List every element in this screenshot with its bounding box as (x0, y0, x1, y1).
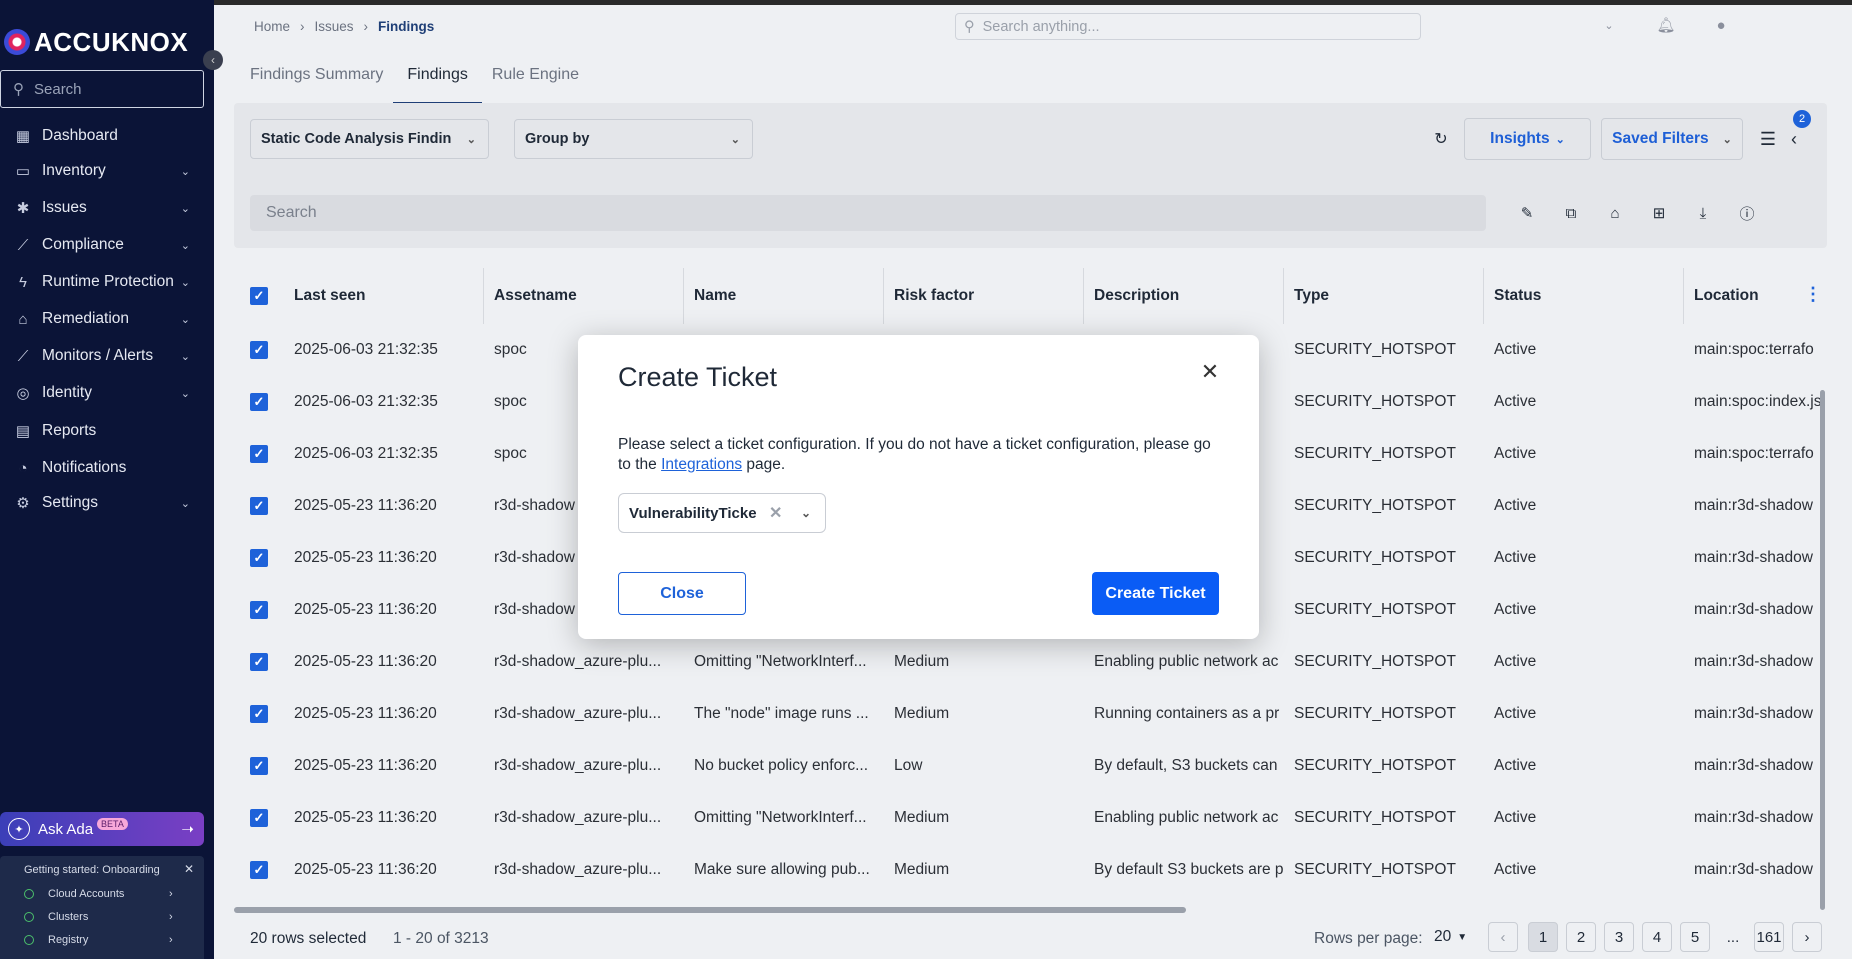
dialog-message: Please select a ticket configuration. If… (618, 435, 1228, 475)
dialog-title: Create Ticket (618, 362, 778, 392)
create-ticket-button[interactable]: Create Ticket (1092, 572, 1219, 615)
ticket-config-select[interactable]: VulnerabilityTicke ✕ ⌄ (618, 493, 826, 533)
create-ticket-dialog: Create Ticket ✕ Please select a ticket c… (578, 335, 1259, 639)
message-text-end: page. (742, 456, 786, 473)
collapse-sidebar-button[interactable]: ‹ (203, 50, 223, 70)
ticket-config-value: VulnerabilityTicke (629, 504, 757, 522)
close-button[interactable]: Close (618, 572, 746, 615)
close-icon[interactable]: ✕ (1199, 359, 1221, 384)
integrations-link[interactable]: Integrations (661, 456, 742, 473)
chevron-down-icon[interactable]: ⌄ (801, 506, 811, 520)
clear-icon[interactable]: ✕ (769, 503, 782, 523)
